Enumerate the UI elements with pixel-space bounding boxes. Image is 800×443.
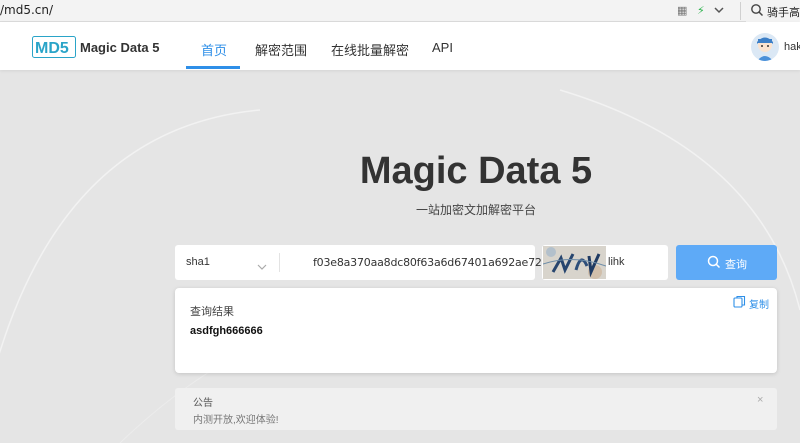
browser-search-box[interactable]: 骑手高价 — [746, 0, 800, 22]
announcement-title: 公告 — [193, 398, 213, 409]
close-icon[interactable]: × — [757, 394, 763, 406]
avatar[interactable] — [751, 33, 779, 61]
address-bar[interactable]: /md5.cn/ — [0, 3, 53, 17]
brand-name[interactable]: Magic Data 5 — [80, 40, 159, 55]
chevron-down-icon[interactable] — [257, 258, 267, 276]
nav-batch-decrypt[interactable]: 在线批量解密 — [331, 40, 409, 59]
captcha-image[interactable] — [543, 246, 606, 279]
captcha-input[interactable]: lihk — [608, 256, 625, 268]
captcha-box: lihk — [542, 245, 668, 280]
browser-toolbar: /md5.cn/ ▦ ⚡ 骑手高价 — [0, 0, 800, 22]
user-name[interactable]: hak — [784, 41, 800, 53]
search-icon — [707, 255, 721, 274]
page-title: Magic Data 5 — [359, 150, 593, 192]
browser-search-text: 骑手高价 — [767, 7, 800, 19]
result-card: 查询结果 asdfgh666666 复制 — [175, 288, 777, 373]
active-tab-indicator — [186, 66, 240, 69]
query-button[interactable]: 查询 — [676, 245, 777, 280]
toolbar-divider — [740, 2, 741, 20]
query-button-label: 查询 — [725, 259, 747, 271]
search-icon — [750, 3, 764, 22]
page-subtitle: 一站加密文加解密平台 — [415, 203, 536, 217]
copy-icon — [733, 295, 746, 313]
result-value[interactable]: asdfgh666666 — [190, 325, 263, 337]
field-divider — [279, 253, 280, 272]
logo-text: MD5 — [35, 40, 69, 57]
md5-logo[interactable]: MD5 — [32, 36, 76, 58]
qr-code-icon[interactable]: ▦ — [677, 4, 687, 18]
nav-api[interactable]: API — [432, 40, 453, 55]
site-header: MD5 Magic Data 5 首页 解密范围 在线批量解密 API hak — [0, 22, 800, 70]
lightning-icon[interactable]: ⚡ — [697, 4, 705, 18]
hash-input[interactable]: f03e8a370aa8dc80f63a6d67401a692ae72fa5 — [313, 256, 559, 269]
copy-label: 复制 — [749, 300, 769, 311]
nav-decrypt-scope[interactable]: 解密范围 — [255, 40, 307, 59]
announcement-text: 内测开放,欢迎体验! — [193, 415, 279, 426]
hash-search-box: sha1 f03e8a370aa8dc80f63a6d67401a692ae72… — [175, 245, 559, 280]
algorithm-select[interactable]: sha1 — [186, 256, 210, 268]
result-label: 查询结果 — [190, 306, 234, 318]
nav-home[interactable]: 首页 — [201, 40, 227, 59]
chevron-down-icon[interactable] — [713, 4, 725, 20]
announcement: 公告 内测开放,欢迎体验! × — [175, 388, 777, 430]
